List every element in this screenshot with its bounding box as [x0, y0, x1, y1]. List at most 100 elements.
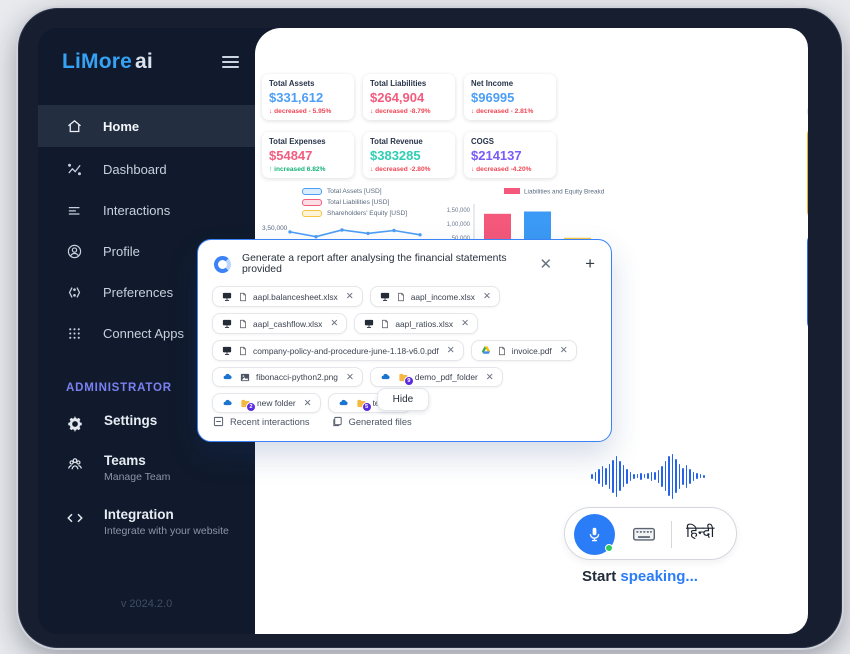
user-header: 20 Aniket R Bhandarkar Admin A: [807, 48, 808, 94]
document-icon: [497, 345, 507, 357]
document-icon: [396, 291, 406, 303]
attachment-chip[interactable]: aapl_ratios.xlsx✕: [354, 313, 478, 334]
chip-remove-icon[interactable]: ✕: [461, 318, 469, 329]
attachment-chip[interactable]: company-policy-and-procedure-june-1.18-v…: [212, 340, 464, 361]
legend-swatch: [302, 210, 322, 217]
sidebar-item-sublabel: Integrate with your website: [104, 525, 229, 537]
stat-card: Total Expenses$54847↑ increased 6.82%: [262, 132, 354, 178]
stat-delta: ↓ decreased -8.79%: [370, 108, 448, 115]
chip-remove-icon[interactable]: ✕: [346, 291, 354, 302]
sidebar-item-label: Profile: [103, 244, 140, 259]
app-logo: LiMoreai: [62, 50, 153, 74]
chip-remove-icon[interactable]: ✕: [483, 291, 491, 302]
chip-remove-icon[interactable]: ✕: [447, 345, 455, 356]
sidebar-item-label: Interactions: [103, 203, 170, 218]
sidebar-item-label: Integration: [104, 507, 229, 522]
unresolved-item-card: User repeatedly asked about the origin o…: [807, 125, 808, 221]
hamburger-menu-icon[interactable]: [222, 53, 239, 71]
document-icon: [380, 318, 390, 330]
stat-title: Total Expenses: [269, 137, 347, 146]
stat-card: Total Revenue$383285↓ decreased -2.80%: [363, 132, 455, 178]
local-device-icon: [363, 318, 375, 329]
sidebar-item-label: Home: [103, 119, 139, 134]
keyboard-toggle-button[interactable]: [631, 521, 657, 552]
local-device-icon: [379, 291, 391, 302]
keyboard-icon: [631, 521, 657, 547]
generated-files-toggle[interactable]: Generated files: [332, 416, 412, 427]
line-chart-legend: Total Assets [USD]Total Liabilities [USD…: [302, 188, 434, 217]
attachment-chip[interactable]: aapl_cashflow.xlsx✕: [212, 313, 347, 334]
attachment-chip[interactable]: aapl_income.xlsx✕: [370, 286, 500, 307]
folder-icon-wrap: 9: [397, 372, 410, 383]
logo-part-1: LiMore: [62, 50, 132, 73]
attachment-chip[interactable]: 9demo_pdf_folder✕: [370, 367, 503, 387]
document-icon: [238, 291, 248, 303]
generated-files-icon: [332, 416, 343, 427]
footer-item-label: Recent interactions: [230, 417, 310, 427]
integration-card: ⚙ Outlook Mail Email Connected 14 Aug 20…: [807, 328, 808, 440]
app-version: v 2024.2.0: [38, 598, 255, 610]
processing-spinner-icon: [214, 256, 231, 273]
legend-label: Shareholders' Equity [USD]: [327, 210, 407, 217]
folder-count-badge: 5: [362, 402, 372, 412]
attachment-chip[interactable]: invoice.pdf✕: [471, 340, 577, 361]
onedrive-cloud-icon: [221, 398, 234, 408]
dialog-add-icon[interactable]: +: [585, 254, 595, 274]
administrator-section-label: ADMINISTRATOR: [66, 382, 172, 394]
sidebar-item-teams[interactable]: Teams Manage Team: [38, 453, 255, 483]
stat-delta: ↓ decreased - 5.95%: [269, 108, 347, 115]
language-toggle-button[interactable]: हिन्दी: [686, 522, 714, 542]
chip-filename: demo_pdf_folder: [415, 372, 478, 382]
recent-interactions-toggle[interactable]: Recent interactions: [213, 416, 310, 427]
stat-title: Total Assets: [269, 79, 347, 88]
insights-heading: Insights: [807, 216, 808, 228]
chip-remove-icon[interactable]: ✕: [304, 398, 312, 409]
chip-remove-icon[interactable]: ✕: [346, 372, 354, 383]
notification-bell-icon[interactable]: 20: [807, 54, 808, 81]
local-device-icon: [221, 318, 233, 329]
sidebar-item-home[interactable]: Home: [38, 105, 255, 147]
tablet-frame: LiMoreai Home Dashboard Interactions Pro…: [16, 6, 844, 650]
stat-card: Total Assets $331,612 ↓ decreased - 5.95%: [262, 74, 354, 120]
sidebar-item-interactions[interactable]: Interactions: [38, 193, 255, 227]
chip-remove-icon[interactable]: ✕: [486, 372, 494, 383]
svg-text:3,50,000: 3,50,000: [262, 225, 288, 232]
sidebar-item-label: Settings: [104, 413, 157, 428]
document-icon: [238, 345, 248, 357]
attachment-chip[interactable]: aapl.balancesheet.xlsx ✕: [212, 286, 363, 307]
profile-icon: [66, 243, 83, 260]
stat-title: COGS: [471, 137, 549, 146]
interactions-icon: [66, 202, 83, 219]
folder-count-badge: 9: [404, 376, 414, 386]
stats-grid: Total Assets$331,612↓ decreased - 5.95%T…: [262, 74, 556, 178]
svg-text:1,00,000: 1,00,000: [447, 222, 471, 228]
chip-filename: aapl.balancesheet.xlsx: [253, 292, 338, 302]
preferences-icon: [66, 284, 83, 301]
folder-icon-wrap: 2: [239, 398, 252, 409]
sidebar-item-integration[interactable]: Integration Integrate with your website: [38, 507, 255, 537]
image-icon: [239, 372, 251, 383]
chip-remove-icon[interactable]: ✕: [560, 345, 568, 356]
onedrive-cloud-icon: [379, 372, 392, 382]
legend-swatch: [302, 199, 322, 206]
stat-value: $331,612: [269, 90, 347, 105]
insight-card: Customer feedback and pain points Insigh…: [807, 232, 808, 332]
audio-waveform: [591, 452, 705, 500]
logo-part-2: ai: [135, 50, 153, 73]
attachment-chip[interactable]: fibonacci-python2.png ✕: [212, 367, 363, 387]
hide-button[interactable]: Hide: [377, 388, 430, 411]
attachment-chip[interactable]: 2new folder✕: [212, 393, 321, 413]
attachment-dialog: Generate a report after analysing the fi…: [197, 239, 612, 442]
legend-label: Total Assets [USD]: [327, 188, 382, 195]
dialog-prompt-text: Generate a report after analysing the fi…: [242, 253, 528, 275]
home-icon: [66, 118, 83, 135]
stat-delta: ↓ decreased - 2.81%: [471, 108, 549, 115]
voice-control-pill: हिन्दी: [564, 507, 737, 560]
document-icon: [238, 318, 248, 330]
stat-delta: ↓ decreased -2.80%: [370, 166, 448, 173]
chip-filename: fibonacci-python2.png: [256, 372, 338, 382]
microphone-button[interactable]: [574, 514, 615, 555]
sidebar-item-dashboard[interactable]: Dashboard: [38, 152, 255, 186]
dialog-close-icon[interactable]: ✕: [539, 255, 552, 273]
chip-remove-icon[interactable]: ✕: [330, 318, 338, 329]
